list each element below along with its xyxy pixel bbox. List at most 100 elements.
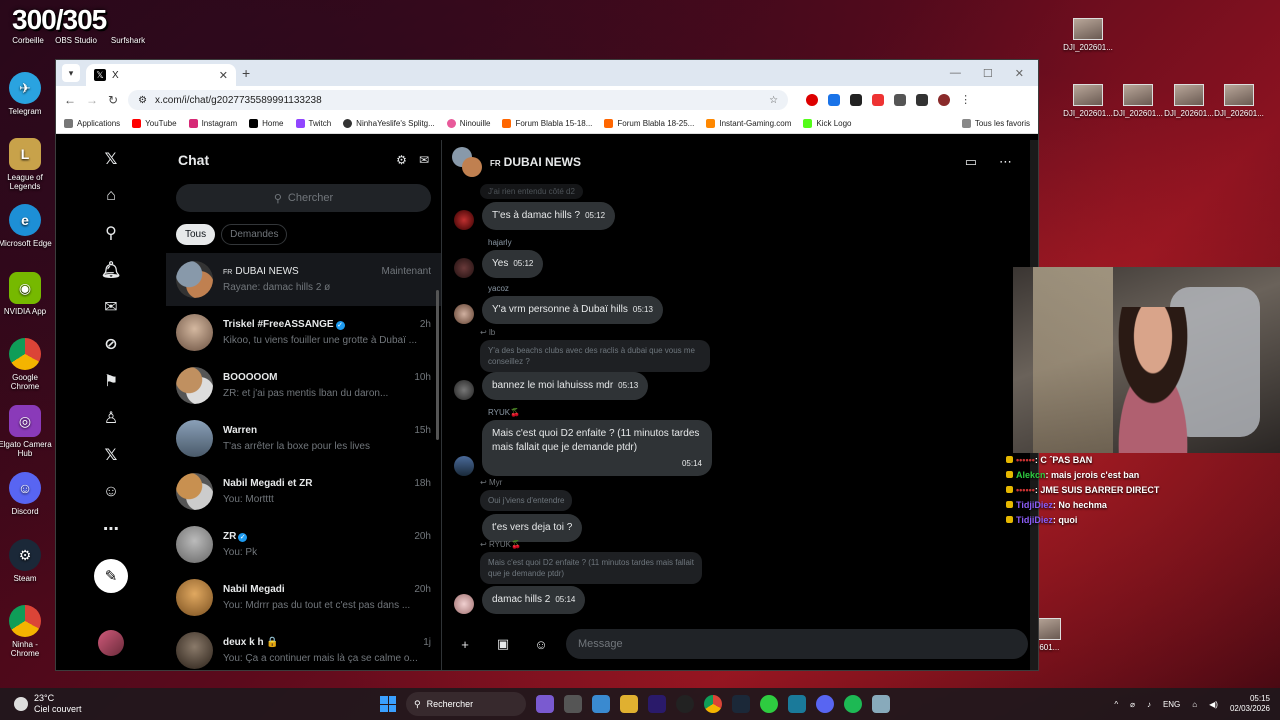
conversation-item[interactable]: Nabil Megadi 20h You: Mdrrr pas du tout e… [166,571,441,624]
message-bubble[interactable]: damac hills 2 05:14 [482,586,586,614]
bookmark-applications[interactable]: Applications [64,119,120,128]
taskbar-clock[interactable]: 05:15 02/03/2026 [1230,694,1270,715]
account-avatar[interactable] [98,630,124,656]
tab-search-button[interactable]: ▾ [62,64,80,82]
desktop-icon-surfshark[interactable]: Surfshark [100,36,156,45]
conversation-item[interactable]: Nabil Megadi et ZR 18h You: Mortttt [166,465,441,518]
app-icon[interactable] [788,695,806,713]
spotify-icon[interactable] [844,695,862,713]
search-icon[interactable]: ⚲ [100,222,122,244]
premium-x-icon[interactable]: 𝕏 [100,444,122,466]
x-logo-icon[interactable]: 𝕏 [100,148,122,170]
emoji-icon[interactable]: ☺ [528,631,554,657]
settings-gear-icon[interactable]: ⚙ [396,153,407,167]
bookmark-instant-gaming[interactable]: Instant-Gaming.com [706,119,791,128]
desktop-icon-obs[interactable]: OBS Studio [48,36,104,45]
home-icon[interactable]: ⌂ [100,185,122,207]
sender-avatar[interactable] [454,304,474,324]
communities-icon[interactable]: ♙ [100,407,122,429]
quoted-message[interactable]: Oui j'viens d'entendre [480,490,573,512]
conversation-item[interactable]: deux k h 🔒 1j You: Ça a continuer mais là… [166,624,441,670]
bookmark-splitgate[interactable]: NinhaYeslife's Splitg... [343,119,435,128]
ext-icon[interactable] [872,94,885,106]
bookmark-ninouille[interactable]: Ninouille [446,119,490,128]
group-avatar[interactable] [452,147,482,177]
message-bubble[interactable]: bannez le moi lahuisss mdr 05:13 [482,372,649,400]
sender-avatar[interactable] [454,594,474,614]
bookmark-forum-15-18[interactable]: Forum Blabla 15-18... [502,119,592,128]
sender-avatar[interactable] [454,380,474,400]
opera-ext-icon[interactable] [806,94,819,106]
profile-icon[interactable]: ☺ [100,481,122,503]
start-windows-icon[interactable] [380,696,396,712]
bookmarks-icon[interactable]: ⚑ [100,370,122,392]
desktop-file[interactable]: DJI_202601... [1062,18,1114,52]
conversation-item[interactable]: ZR ✓ 20h You: Pk [166,518,441,571]
close-window-button[interactable]: ✕ [1015,67,1024,80]
app-icon[interactable] [760,695,778,713]
close-tab-icon[interactable]: ✕ [219,69,228,82]
desktop-icon-chrome[interactable]: Google Chrome [0,338,53,391]
forward-button[interactable]: → [86,93,98,107]
desktop-file[interactable]: DJI_202601... [1213,84,1265,118]
message-input[interactable] [566,629,1028,659]
desktop-icon-steam[interactable]: ⚙ Steam [0,539,53,583]
taskview-icon[interactable] [536,695,554,713]
bookmark-instagram[interactable]: Instagram [188,119,237,128]
desktop-icon-lol[interactable]: L League of Legends [0,138,53,191]
desktop-icon-nvidia[interactable]: ◉ NVIDIA App [0,272,53,316]
bookmark-kick[interactable]: Kick Logo [803,119,852,128]
volume-icon[interactable]: ◀) [1209,700,1218,709]
all-bookmarks[interactable]: Tous les favoris [961,119,1030,128]
extensions-puzzle-icon[interactable] [894,94,907,106]
message-bubble[interactable]: Y'a vrm personne à Dubaï hills 05:13 [482,296,663,324]
quoted-message[interactable]: Y'a des beachs clubs avec des raclis à d… [480,340,710,373]
profile-avatar[interactable] [938,94,951,106]
video-call-icon[interactable]: ▭ [965,154,977,170]
conversation-item[interactable]: Warren 15h T'as arrêter la boxe pour les … [166,412,441,465]
premiere-icon[interactable] [648,695,666,713]
language-indicator[interactable]: ENG [1163,700,1180,709]
grok-icon[interactable]: ⊘ [100,333,122,355]
desktop-icon-edge[interactable]: e Microsoft Edge [0,204,53,248]
app-icon[interactable] [872,695,890,713]
steam-icon[interactable] [732,695,750,713]
add-attachment-icon[interactable]: + [452,631,478,657]
site-info-icon[interactable]: ⚙ [138,95,147,106]
mic-icon[interactable]: ♪ [1147,700,1151,709]
desktop-icon-elgato[interactable]: ◎ Elgato Camera Hub [0,405,53,458]
quoted-message[interactable]: Mais c'est quoi D2 enfaite ? (11 minutos… [480,552,702,585]
message-bubble[interactable]: t'es vers deja toi ? [482,514,583,542]
ext-icon[interactable] [850,94,863,106]
message-bubble[interactable]: Yes 05:12 [482,250,544,278]
filter-tous[interactable]: Tous [176,224,216,245]
app-icon[interactable] [564,695,582,713]
wifi-off-icon[interactable]: ⌀ [1130,700,1135,709]
conversation-item[interactable]: BOOOOOM 10h ZR: et j'ai pas mentis lban d… [166,359,441,412]
file-explorer-icon[interactable] [620,695,638,713]
conversation-item[interactable]: FR DUBAI NEWS Maintenant Rayane: damac hil… [166,253,441,306]
desktop-icon-telegram[interactable]: ✈ Telegram [0,72,53,116]
chrome-icon[interactable] [704,695,722,713]
chat-search-input[interactable]: ⚲ Chercher [176,184,431,212]
browser-tab[interactable]: 𝕏 X ✕ [86,64,236,86]
conversation-item[interactable]: Triskel #FreeASSANGE ✓ 2h Kikoo, tu viens … [166,306,441,359]
compose-post-button[interactable]: ✎ [94,559,128,593]
tray-expand-icon[interactable]: ^ [1114,700,1118,709]
bookmark-youtube[interactable]: YouTube [132,119,177,128]
minimize-button[interactable]: — [950,67,961,80]
back-button[interactable]: ← [64,93,76,107]
new-tab-button[interactable]: + [242,65,250,81]
desktop-file[interactable]: DJI_202601... [1163,84,1215,118]
browser-menu-icon[interactable]: ⋮ [960,94,971,106]
bookmark-home[interactable]: Home [249,119,284,128]
desktop-file[interactable]: DJI_202601... [1112,84,1164,118]
notifications-bell-icon[interactable]: 🔔︎ [100,259,122,281]
weather-widget[interactable]: 23°C Ciel couvert [0,693,82,715]
desktop-icon-ninha-chrome[interactable]: Ninha - Chrome [0,605,53,658]
download-icon[interactable] [916,94,929,106]
message-bubble[interactable]: T'es à damac hills ? 05:12 [482,202,616,230]
bookmark-twitch[interactable]: Twitch [295,119,331,128]
desktop-icon-discord[interactable]: ☺ Discord [0,472,53,516]
address-bar[interactable]: ⚙ x.com/i/chat/g2027735589991133238 ☆ [128,90,789,110]
